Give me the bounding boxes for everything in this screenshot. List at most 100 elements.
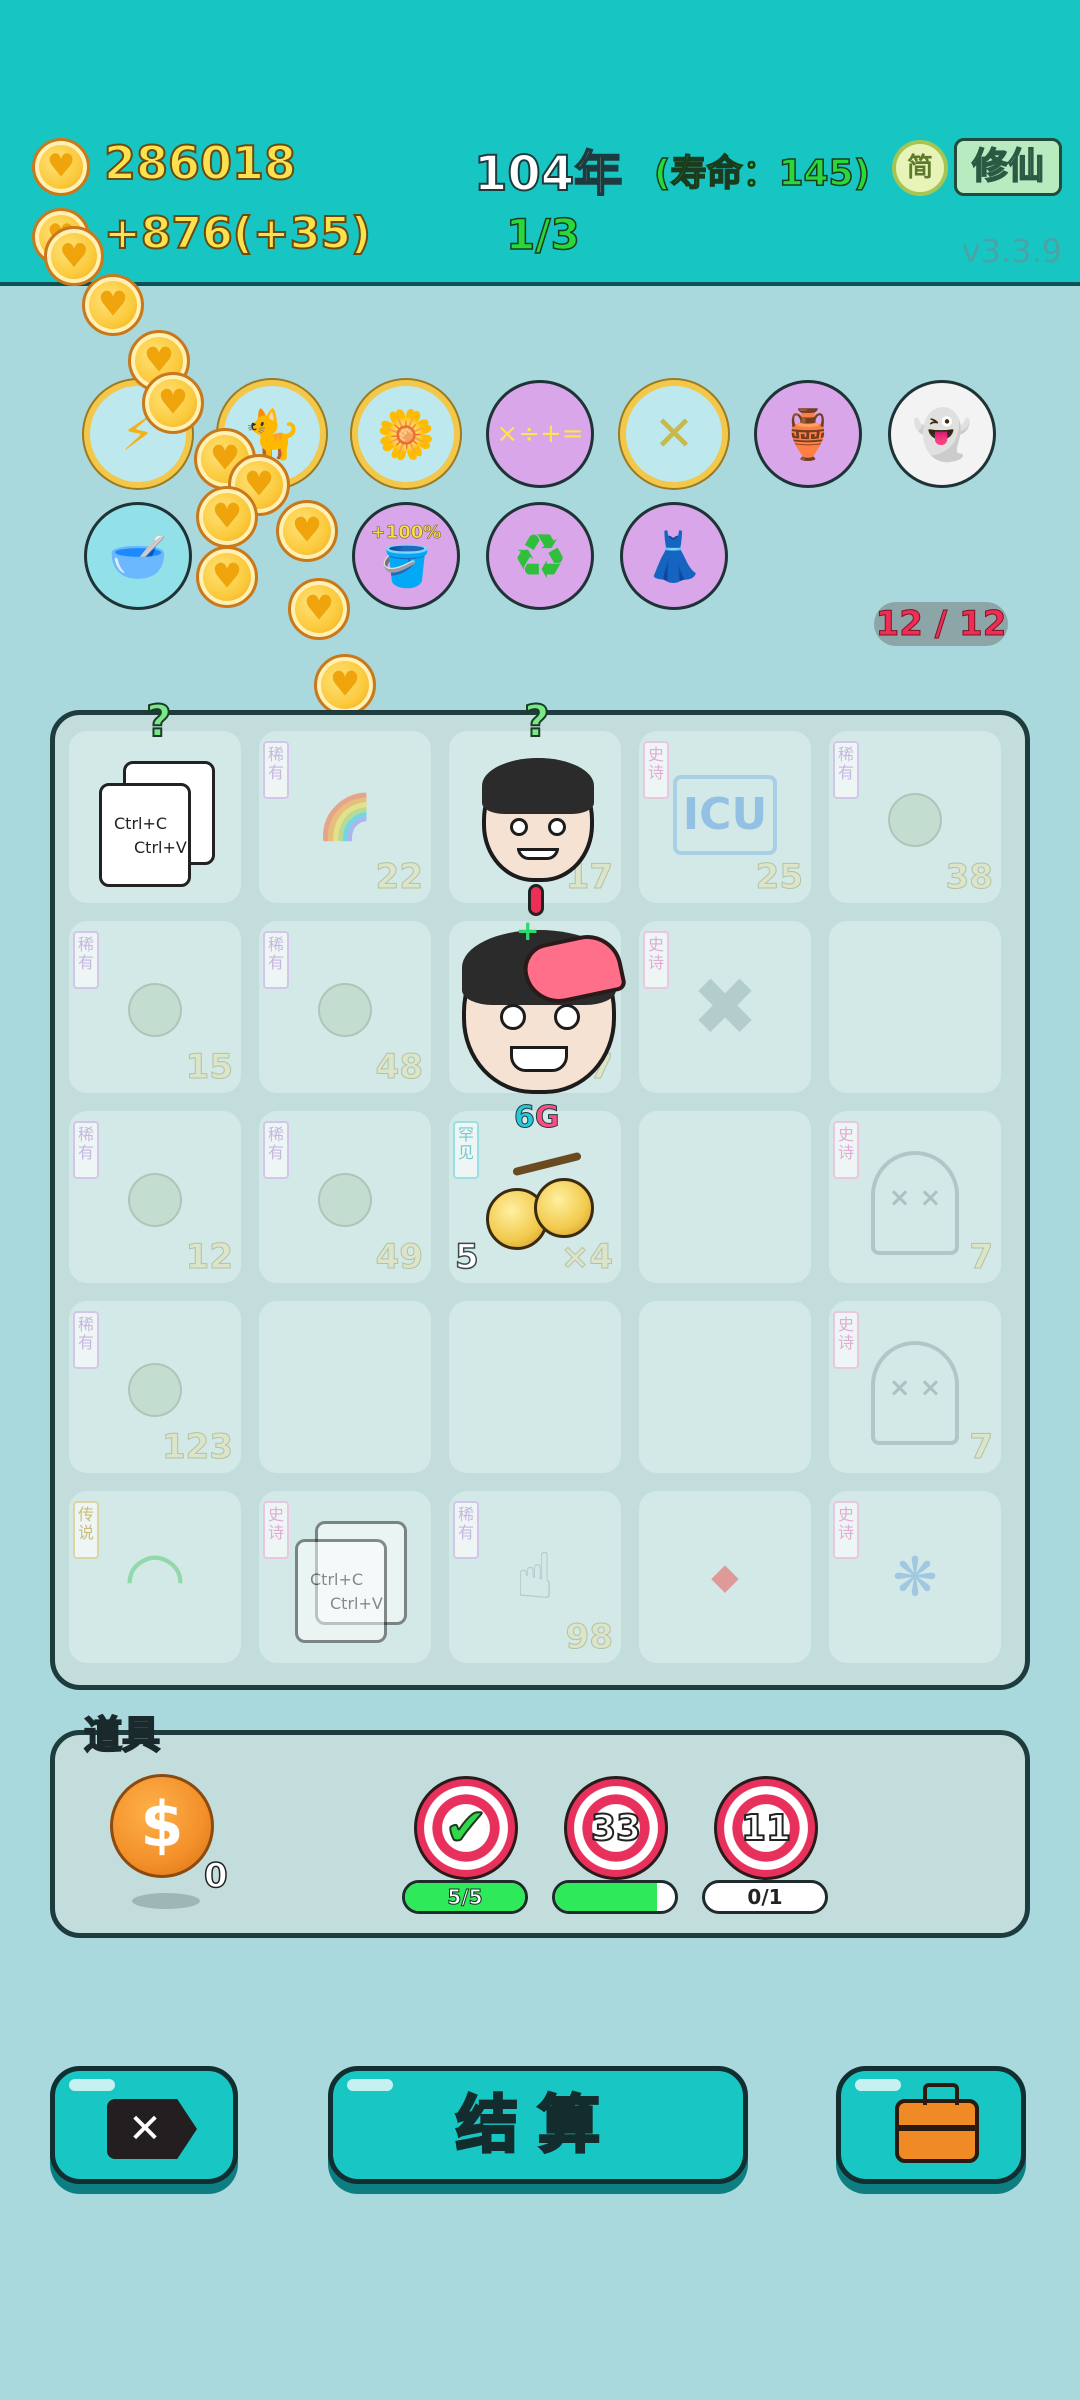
flying-coin-icon (314, 654, 376, 716)
orb-icon (128, 983, 182, 1037)
ctrl-c-label: Ctrl+C (310, 1570, 364, 1589)
board-cell[interactable] (639, 1301, 811, 1473)
board-cell[interactable]: 史诗 ICU 25 (639, 731, 811, 903)
lifespan-label: (寿命：145) (653, 152, 871, 195)
target-11-item[interactable]: 11 (714, 1776, 818, 1880)
rarity-tag: 稀有 (73, 931, 99, 989)
pointing-hand-icon: ☝ (515, 1540, 555, 1614)
eye (554, 1004, 580, 1030)
rarity-tag: 稀有 (263, 741, 289, 799)
player-character-head[interactable] (482, 758, 594, 882)
buff-brain-math[interactable]: ×÷+= (486, 380, 594, 488)
board-cell[interactable]: 稀有 38 (829, 731, 1001, 903)
settle-button[interactable]: 结算 (328, 2066, 748, 2184)
buff-recycle[interactable]: ♻ (486, 502, 594, 610)
target-33-item[interactable]: 33 (564, 1776, 668, 1880)
flying-coin-icon (276, 500, 338, 562)
board-cell[interactable]: 史诗 Ctrl+C Ctrl+V (259, 1491, 431, 1663)
rarity-tag: 史诗 (833, 1311, 859, 1369)
target-check-item[interactable]: ✔ (414, 1776, 518, 1880)
board-cell[interactable] (449, 1301, 621, 1473)
rarity-tag: 史诗 (643, 931, 669, 989)
dollar-shadow (132, 1893, 200, 1909)
progress-text: 5/5 (447, 1885, 483, 1910)
icu-sign-icon: ICU (673, 775, 777, 855)
cultivate-button[interactable]: 修仙 (954, 138, 1062, 196)
board-cell[interactable]: 史诗 × × 7 (829, 1301, 1001, 1473)
windmill-icon: ✖ (691, 960, 759, 1054)
buff-chopsticks[interactable]: ✕ (620, 380, 728, 488)
brain-math-icon: ×÷+= (496, 419, 584, 449)
cell-value: 5 (454, 1236, 479, 1278)
buff-counter: 12 / 12 (874, 602, 1008, 646)
top-bar: 286018 +876(+35) 104年 (寿命：145) 1/3 简 修仙 … (0, 0, 1080, 286)
buff-flower-pot[interactable]: 🌼 (352, 380, 460, 488)
flying-coin-icon (196, 546, 258, 608)
dollar-coin-item[interactable]: $ (110, 1774, 214, 1878)
cell-value: 123 (162, 1427, 234, 1468)
cell-value: 12 (185, 1237, 233, 1278)
flying-coin-icon (142, 372, 204, 434)
cell-value: 7 (969, 1427, 994, 1468)
cell-value: 48 (375, 1047, 423, 1088)
board-cell[interactable] (259, 1301, 431, 1473)
board-cell[interactable]: 稀有 123 (69, 1301, 241, 1473)
orb-icon (128, 1173, 182, 1227)
target-11-label: 11 (740, 1807, 792, 1850)
board-cell[interactable]: 史诗 ✖ (639, 921, 811, 1093)
golden-fruit-icon (482, 1151, 602, 1252)
recycle-icon: ♻ (512, 519, 568, 593)
hair (482, 758, 594, 814)
board-cell[interactable]: 传说 ◠ (69, 1491, 241, 1663)
buff-bucket[interactable]: +100% 🪣 (352, 502, 460, 610)
board-cell[interactable]: 史诗 × × 7 (829, 1111, 1001, 1283)
6g-number: 6 (514, 1100, 536, 1136)
exclamation-icon (528, 884, 544, 916)
rarity-tag: 稀有 (453, 1501, 479, 1559)
cell-value: 49 (375, 1237, 423, 1278)
income-bonus: (+35) (232, 207, 372, 260)
bucket-icon: 🪣 (381, 544, 431, 590)
buff-jar[interactable]: 🏺 (754, 380, 862, 488)
board-cell[interactable]: 稀有 ☝ 98 (449, 1491, 621, 1663)
flying-coin-icon (82, 274, 144, 336)
rarity-tag: 稀有 (263, 931, 289, 989)
rarity-tag: 史诗 (643, 741, 669, 799)
buff-skirt[interactable]: 👗 (620, 502, 728, 610)
flying-coin-icon (44, 226, 104, 286)
buff-ghost[interactable]: 👻 (888, 380, 996, 488)
board-cell[interactable] (829, 921, 1001, 1093)
wifi-icon: ◠ (123, 1535, 187, 1619)
board-cell[interactable]: 稀有 49 (259, 1111, 431, 1283)
board-cell[interactable]: 史诗 ❋ (829, 1491, 1001, 1663)
cell-value: 98 (565, 1617, 613, 1658)
coin-icon (32, 138, 90, 196)
cell-value: 7 (969, 1237, 994, 1278)
rarity-tag: 史诗 (833, 1501, 859, 1559)
close-button[interactable]: ✕ (50, 2066, 238, 2184)
fruit-stem (512, 1151, 582, 1177)
wave-progress: 1/3 (505, 209, 580, 260)
board-cell[interactable]: 稀有 48 (259, 921, 431, 1093)
board-cell[interactable]: ◆ (639, 1491, 811, 1663)
mouth (509, 1046, 569, 1072)
jar-icon: 🏺 (778, 406, 838, 463)
language-toggle[interactable]: 简 (892, 140, 948, 196)
target-check-progress: 5/5 (402, 1880, 528, 1914)
rarity-tag: 稀有 (73, 1121, 99, 1179)
rarity-tag: 稀有 (263, 1121, 289, 1179)
buff-pet-bowl[interactable]: 🥣 (84, 502, 192, 610)
inventory-button[interactable] (836, 2066, 1026, 2184)
target-11-progress: 0/1 (702, 1880, 828, 1914)
board-cell[interactable]: 稀有 🌈 22 (259, 731, 431, 903)
ghost-outline-icon: × × (871, 1151, 959, 1255)
board-cell[interactable]: 稀有 12 (69, 1111, 241, 1283)
board-cell[interactable] (639, 1111, 811, 1283)
chopsticks-icon: ✕ (653, 406, 695, 462)
6g-label: 6G (514, 1100, 560, 1136)
pet-bowl-icon: 🥣 (108, 528, 168, 585)
board-cell[interactable]: 稀有 15 (69, 921, 241, 1093)
fu-charm-icon: ◆ (711, 1556, 739, 1598)
board-cell[interactable]: Ctrl+C Ctrl+V (69, 731, 241, 903)
target-33-label: 33 (590, 1807, 642, 1850)
